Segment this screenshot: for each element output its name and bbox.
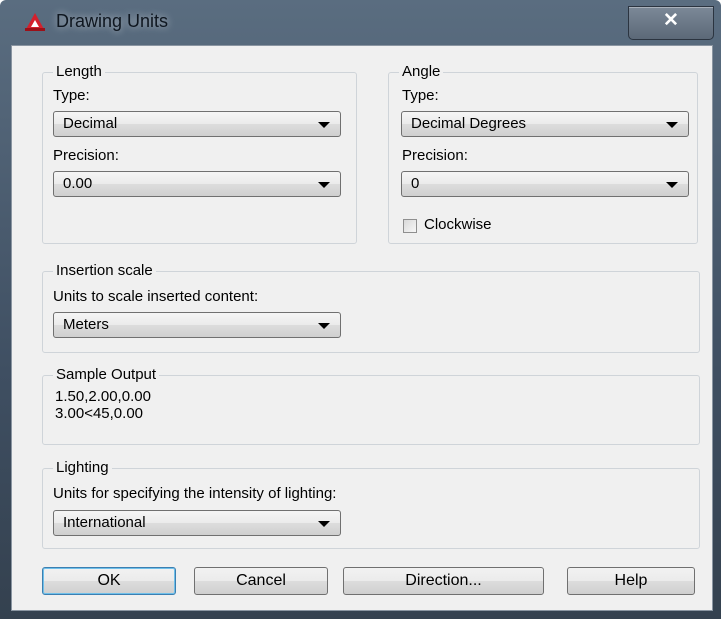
lighting-units-select[interactable]: International — [53, 510, 341, 536]
lighting-legend: Lighting — [53, 459, 112, 477]
ok-button[interactable]: OK — [42, 567, 176, 595]
cancel-button[interactable]: Cancel — [194, 567, 328, 595]
dialog-body: Length Type: Decimal Precision: 0.00 Ang… — [11, 45, 713, 611]
angle-precision-label: Precision: — [402, 147, 468, 164]
angle-type-value: Decimal Degrees — [411, 115, 527, 132]
sample-output-line1: 1.50,2.00,0.00 — [55, 388, 151, 405]
length-group: Length Type: Decimal Precision: 0.00 — [42, 63, 357, 244]
direction-button[interactable]: Direction... — [343, 567, 544, 595]
title-bar[interactable]: Drawing Units ✕ — [0, 0, 721, 44]
length-type-value: Decimal — [63, 115, 118, 132]
insertion-scale-legend: Insertion scale — [53, 262, 156, 280]
angle-type-label: Type: — [402, 87, 439, 104]
chevron-down-icon — [318, 182, 330, 188]
chevron-down-icon — [666, 122, 678, 128]
sample-output-legend: Sample Output — [53, 366, 160, 384]
chevron-down-icon — [318, 122, 330, 128]
insertion-units-select[interactable]: Meters — [53, 312, 341, 338]
angle-type-select[interactable]: Decimal Degrees — [401, 111, 689, 137]
length-type-select[interactable]: Decimal — [53, 111, 341, 137]
chevron-down-icon — [318, 521, 330, 527]
window-title: Drawing Units — [56, 11, 169, 31]
clockwise-checkbox[interactable] — [403, 219, 417, 233]
autocad-a-icon — [25, 13, 45, 31]
insertion-units-label: Units to scale inserted content: — [53, 288, 259, 305]
length-type-label: Type: — [53, 87, 90, 104]
close-icon: ✕ — [663, 10, 679, 31]
angle-precision-value: 0 — [411, 175, 420, 192]
insertion-scale-group: Insertion scale Units to scale inserted … — [42, 262, 700, 353]
length-precision-label: Precision: — [53, 147, 119, 164]
angle-legend: Angle — [399, 63, 444, 81]
lighting-group: Lighting Units for specifying the intens… — [42, 459, 700, 549]
sample-output-line2: 3.00<45,0.00 — [55, 405, 144, 422]
length-precision-value: 0.00 — [63, 175, 93, 192]
angle-precision-select[interactable]: 0 — [401, 171, 689, 197]
insertion-units-value: Meters — [63, 316, 109, 333]
angle-group: Angle Type: Decimal Degrees Precision: 0… — [388, 63, 698, 244]
length-legend: Length — [53, 63, 105, 81]
dialog-window: Drawing Units ✕ Length Type: Decimal Pre… — [0, 0, 721, 619]
close-button[interactable]: ✕ — [628, 6, 714, 40]
length-precision-select[interactable]: 0.00 — [53, 171, 341, 197]
chevron-down-icon — [666, 182, 678, 188]
lighting-units-value: International — [63, 514, 146, 531]
chevron-down-icon — [318, 323, 330, 329]
help-button[interactable]: Help — [567, 567, 695, 595]
lighting-units-label: Units for specifying the intensity of li… — [53, 485, 337, 502]
sample-output-group: Sample Output 1.50,2.00,0.00 3.00<45,0.0… — [42, 366, 700, 445]
clockwise-label[interactable]: Clockwise — [424, 216, 492, 234]
